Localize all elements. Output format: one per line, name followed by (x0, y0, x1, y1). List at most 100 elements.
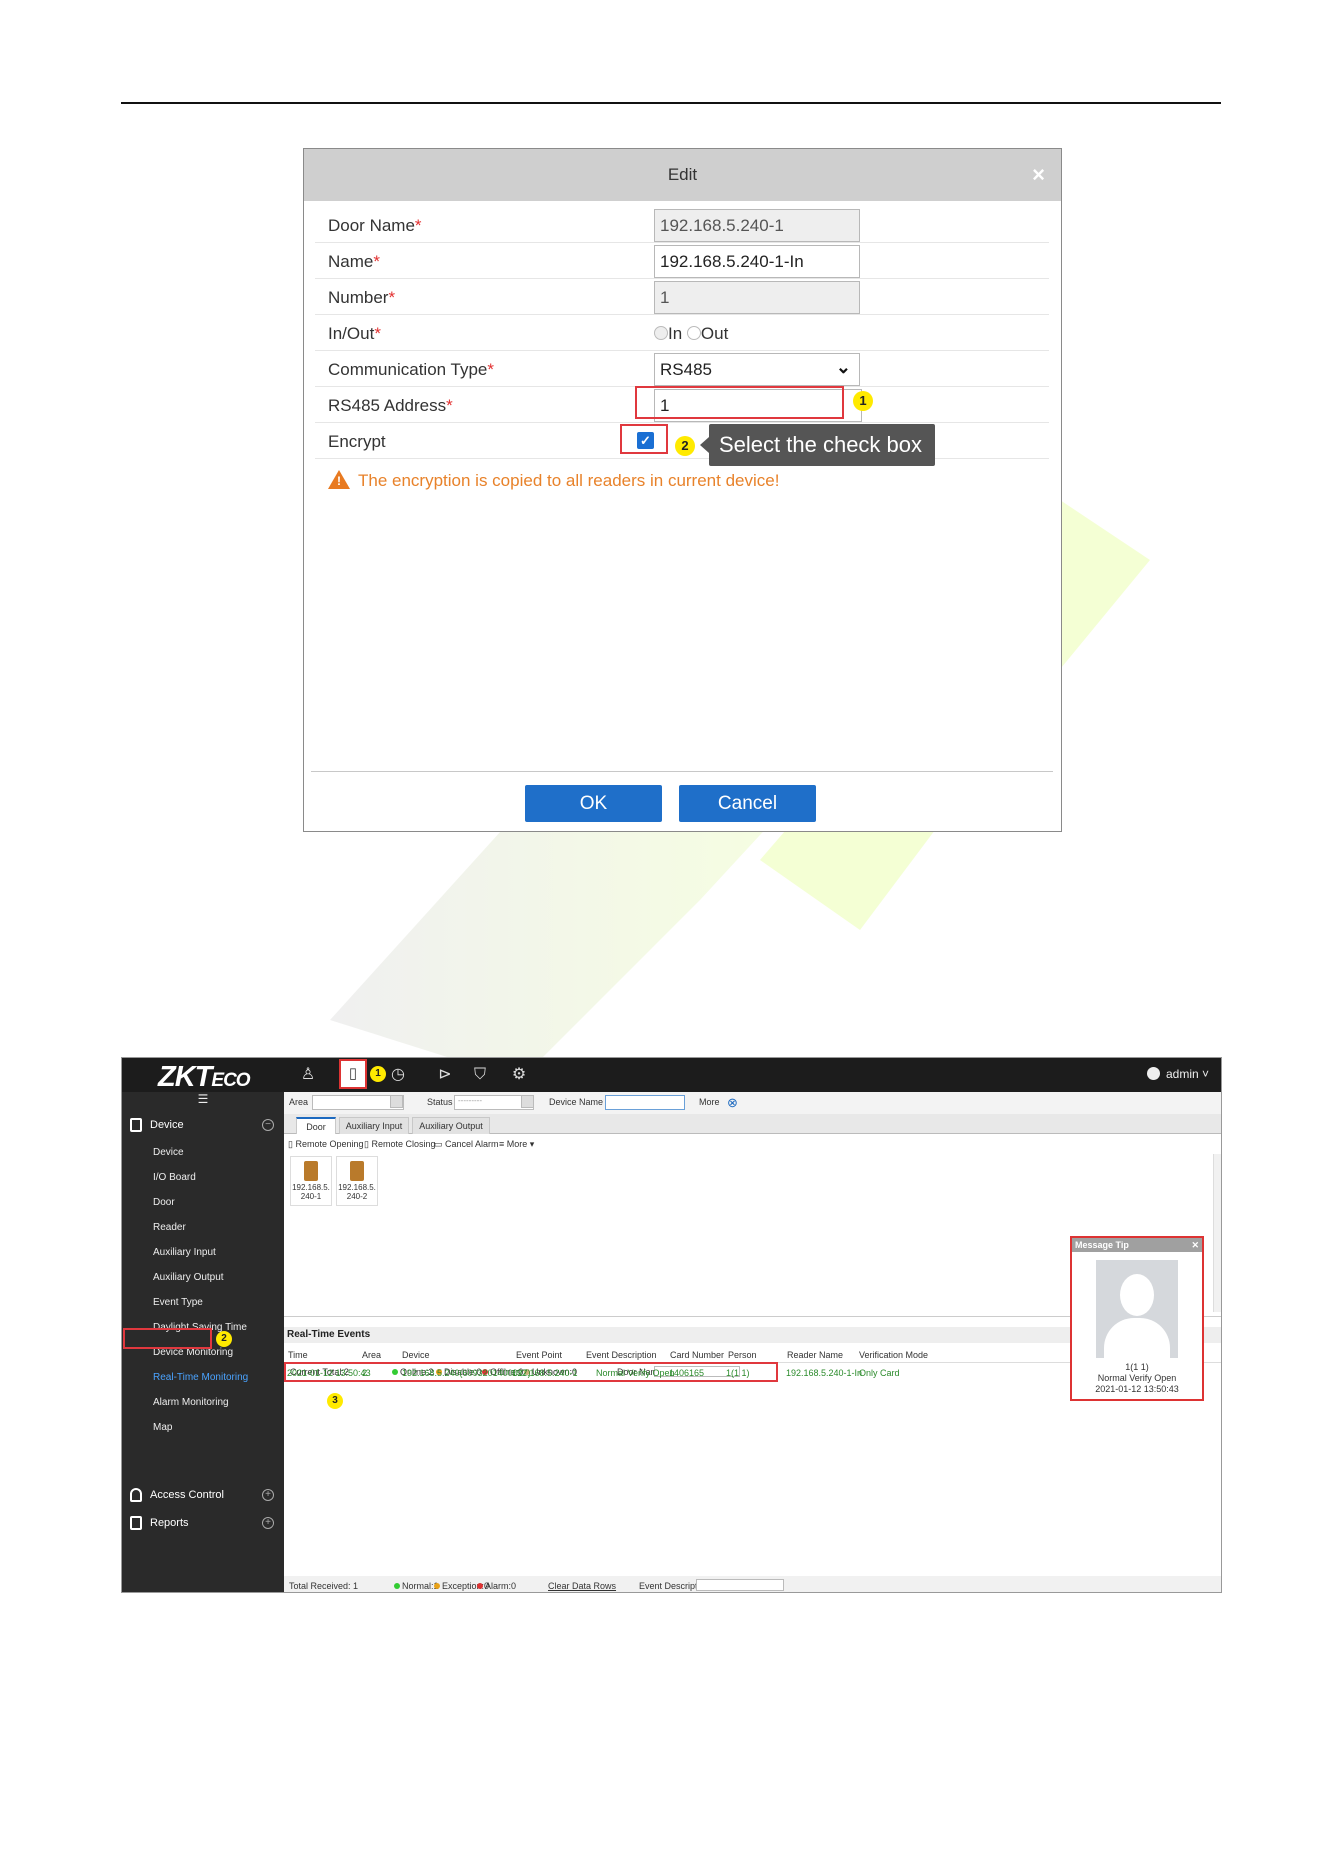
highlight-event-row (284, 1362, 778, 1382)
top-nav-bar: ZKTECO ♙ ▯ 1 ◷ ⊳ ⛉ ⚙ admin ˅ (122, 1058, 1221, 1093)
status-dropdown-icon[interactable] (521, 1095, 534, 1108)
encryption-warning: ! The encryption is copied to all readers… (328, 470, 779, 491)
door-name-label: Door Name* (328, 216, 422, 235)
sidebar-section-device[interactable]: Device − (122, 1110, 284, 1140)
door-card[interactable]: 192.168.5. 240-1 (290, 1156, 332, 1206)
device-icon (130, 1118, 142, 1132)
step-badge-2: 2 (675, 436, 695, 456)
close-icon[interactable]: × (1032, 149, 1045, 201)
page-top-rule (121, 102, 1221, 104)
message-tip-person: 1(1 1) (1125, 1362, 1149, 1372)
door-label-line2: 240-1 (300, 1192, 322, 1201)
normal-count: Normal:1 (394, 1581, 439, 1591)
col-card-number[interactable]: Card Number (670, 1350, 724, 1360)
col-device[interactable]: Device (402, 1350, 430, 1360)
door-module-icon[interactable]: ▯ (339, 1059, 367, 1089)
area-dropdown-icon[interactable] (390, 1095, 403, 1108)
status-filter-label: Status (427, 1097, 453, 1107)
door-scrollbar[interactable] (1213, 1154, 1221, 1312)
encrypt-label: Encrypt (328, 432, 386, 451)
more-filter-link[interactable]: More (699, 1097, 720, 1107)
app-window: ZKTECO ♙ ▯ 1 ◷ ⊳ ⛉ ⚙ admin ˅ ☰ Device − D… (121, 1057, 1222, 1593)
sidebar-item-io-board[interactable]: I/O Board (122, 1165, 284, 1190)
sidebar-item-door[interactable]: Door (122, 1190, 284, 1215)
clock-icon[interactable]: ◷ (387, 1064, 409, 1086)
alarm-count: Alarm:0 (477, 1581, 516, 1591)
in-out-radio-group: In Out (654, 324, 728, 344)
filter-bar: Area Status --------- Device Name More ⊗ (284, 1092, 1221, 1114)
tab-bar: Door Auxiliary Input Auxiliary Output (284, 1114, 1221, 1134)
device-name-filter-input[interactable] (605, 1095, 685, 1110)
cell-verification-mode: Only Card (859, 1368, 900, 1378)
sidebar-item-real-time-monitoring[interactable]: Real-Time Monitoring (122, 1365, 284, 1390)
gear-icon[interactable]: ⚙ (508, 1064, 530, 1086)
sidebar-item-auxiliary-input[interactable]: Auxiliary Input (122, 1240, 284, 1265)
sidebar-item-map[interactable]: Map (122, 1415, 284, 1440)
admin-menu[interactable]: admin ˅ (1146, 1067, 1209, 1081)
number-input: 1 (654, 281, 860, 314)
more-actions-button[interactable]: ≡ More ▾ (499, 1139, 534, 1150)
remote-closing-button[interactable]: ▯ Remote Closing (364, 1139, 435, 1150)
col-event-point[interactable]: Event Point (516, 1350, 562, 1360)
cancel-button[interactable]: Cancel (679, 785, 816, 822)
sidebar-section-reports[interactable]: Reports + (122, 1508, 284, 1538)
col-reader-name[interactable]: Reader Name (787, 1350, 843, 1360)
lock-icon (130, 1488, 142, 1502)
person-photo-placeholder (1096, 1260, 1178, 1358)
menu-toggle-icon[interactable]: ☰ (122, 1092, 284, 1110)
name-label: Name* (328, 252, 380, 271)
message-tip-header: Message Tip ✕ (1072, 1238, 1202, 1252)
event-status-bar: Total Received: 1 Normal:1 Exception:0 A… (284, 1576, 1221, 1592)
col-time[interactable]: Time (288, 1350, 308, 1360)
col-verification-mode[interactable]: Verification Mode (859, 1350, 928, 1360)
sidebar-item-reader[interactable]: Reader (122, 1215, 284, 1240)
sidebar-item-event-type[interactable]: Event Type (122, 1290, 284, 1315)
event-description-filter-input[interactable] (696, 1579, 784, 1591)
select-checkbox-tooltip: Select the check box (709, 424, 935, 466)
expand-icon: + (262, 1489, 274, 1501)
rs485-label: RS485 Address* (328, 396, 453, 415)
collapse-icon: − (262, 1119, 274, 1131)
zkteco-logo: ZKTECO (158, 1061, 251, 1093)
radio-out[interactable] (686, 326, 701, 340)
total-received: Total Received: 1 (289, 1581, 359, 1591)
person-icon[interactable]: ♙ (297, 1064, 319, 1086)
radio-in[interactable] (654, 326, 668, 340)
highlight-rs485 (635, 386, 844, 419)
comm-type-select[interactable]: RS485 ⌄ (654, 353, 860, 386)
comm-type-value: RS485 (660, 360, 712, 379)
col-person[interactable]: Person (728, 1350, 757, 1360)
col-area[interactable]: Area (362, 1350, 381, 1360)
cancel-alarm-button[interactable]: ▭ Cancel Alarm (434, 1139, 499, 1150)
sidebar-item-auxiliary-output[interactable]: Auxiliary Output (122, 1265, 284, 1290)
door-card[interactable]: 192.168.5. 240-2 (336, 1156, 378, 1206)
sidebar-section-access-control[interactable]: Access Control + (122, 1480, 284, 1510)
col-event-description[interactable]: Event Description (586, 1350, 657, 1360)
close-icon[interactable]: ✕ (1191, 1238, 1199, 1252)
dialog-footer-divider (311, 771, 1053, 772)
tab-auxiliary-input[interactable]: Auxiliary Input (339, 1117, 409, 1134)
name-input[interactable]: 192.168.5.240-1-In (654, 245, 860, 278)
tab-door[interactable]: Door (296, 1117, 336, 1134)
highlight-encrypt (620, 424, 668, 454)
sidebar-item-device[interactable]: Device (122, 1140, 284, 1165)
clear-data-rows-link[interactable]: Clear Data Rows (548, 1581, 616, 1591)
shield-icon[interactable]: ⛉ (469, 1064, 491, 1086)
tooltip-arrow (700, 437, 709, 453)
sidebar-item-alarm-monitoring[interactable]: Alarm Monitoring (122, 1390, 284, 1415)
warning-icon: ! (328, 470, 350, 489)
form-row-comm-type: Communication Type* RS485 ⌄ (315, 351, 1049, 387)
cell-reader-name: 192.168.5.240-1-In (786, 1368, 863, 1378)
door-icon (350, 1161, 364, 1181)
megaphone-icon[interactable]: ⊳ (434, 1064, 456, 1086)
top-step-badge-1: 1 (370, 1066, 386, 1082)
comm-type-label: Communication Type* (328, 360, 494, 379)
tab-auxiliary-output[interactable]: Auxiliary Output (412, 1117, 490, 1134)
number-label: Number* (328, 288, 396, 307)
door-icon (304, 1161, 318, 1181)
remote-opening-button[interactable]: ▯ Remote Opening (288, 1139, 364, 1150)
row-step-badge-3: 3 (327, 1393, 343, 1409)
clear-filter-icon[interactable]: ⊗ (727, 1095, 738, 1111)
ok-button[interactable]: OK (525, 785, 662, 822)
form-row-in-out: In/Out* In Out (315, 315, 1049, 351)
